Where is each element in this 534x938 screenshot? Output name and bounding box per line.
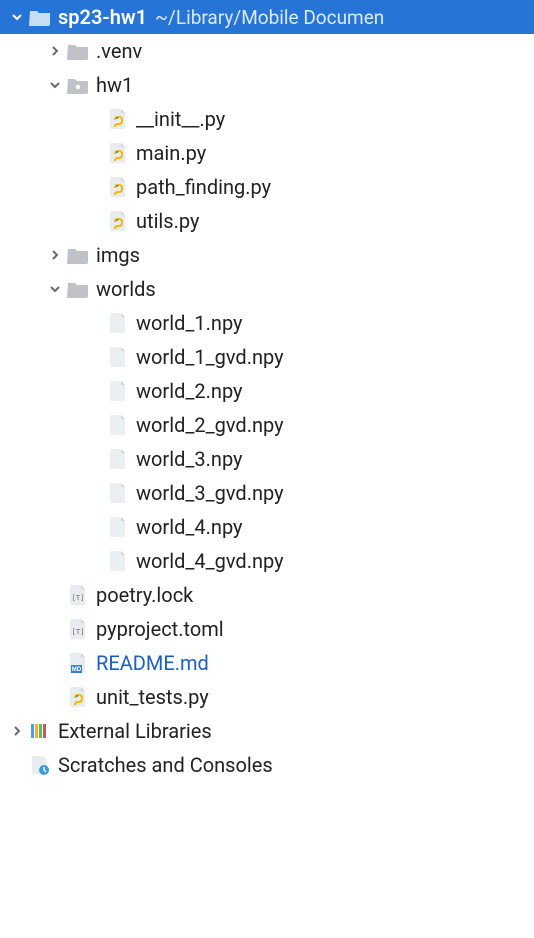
chevron-right-icon[interactable] bbox=[44, 45, 66, 57]
generic-file-icon bbox=[106, 311, 130, 335]
generic-file-icon bbox=[106, 481, 130, 505]
file-label: world_1_gvd.npy bbox=[136, 345, 284, 369]
folder-label: hw1 bbox=[96, 73, 133, 97]
root-label: External Libraries bbox=[58, 719, 212, 743]
tree-row-file[interactable]: world_3_gvd.npy bbox=[0, 476, 534, 510]
python-file-icon bbox=[106, 107, 130, 131]
generic-file-icon bbox=[106, 413, 130, 437]
generic-file-icon bbox=[106, 549, 130, 573]
tree-row-file[interactable]: world_4_gvd.npy bbox=[0, 544, 534, 578]
python-file-icon bbox=[66, 685, 90, 709]
tree-row-file[interactable]: world_4.npy bbox=[0, 510, 534, 544]
tree-row-worlds[interactable]: worlds bbox=[0, 272, 534, 306]
python-file-icon bbox=[106, 209, 130, 233]
markdown-file-icon: MD bbox=[66, 651, 90, 675]
tree-row-project-root[interactable]: sp23-hw1 ~/Library/Mobile Documen bbox=[0, 0, 534, 34]
file-label: __init__.py bbox=[136, 107, 225, 131]
tree-row-file[interactable]: world_3.npy bbox=[0, 442, 534, 476]
tree-row-file[interactable]: world_2.npy bbox=[0, 374, 534, 408]
file-label: poetry.lock bbox=[96, 583, 193, 607]
folder-icon bbox=[66, 277, 90, 301]
file-label: utils.py bbox=[136, 209, 199, 233]
chevron-down-icon[interactable] bbox=[44, 79, 66, 91]
generic-file-icon bbox=[106, 379, 130, 403]
tree-row-file[interactable]: world_1_gvd.npy bbox=[0, 340, 534, 374]
svg-text:[T]: [T] bbox=[72, 628, 85, 636]
file-label: path_finding.py bbox=[136, 175, 271, 199]
scratches-icon bbox=[28, 753, 52, 777]
file-label: world_4.npy bbox=[136, 515, 243, 539]
tree-row-file[interactable]: world_2_gvd.npy bbox=[0, 408, 534, 442]
file-label: world_2.npy bbox=[136, 379, 243, 403]
file-label: main.py bbox=[136, 141, 206, 165]
file-label: world_4_gvd.npy bbox=[136, 549, 284, 573]
tree-row-scratches[interactable]: Scratches and Consoles bbox=[0, 748, 534, 782]
file-label: world_1.npy bbox=[136, 311, 243, 335]
generic-file-icon bbox=[106, 345, 130, 369]
toml-file-icon: [T] bbox=[66, 583, 90, 607]
file-label: world_3_gvd.npy bbox=[136, 481, 284, 505]
toml-file-icon: [T] bbox=[66, 617, 90, 641]
root-label: Scratches and Consoles bbox=[58, 753, 273, 777]
tree-row-file[interactable]: __init__.py bbox=[0, 102, 534, 136]
tree-row-hw1[interactable]: hw1 bbox=[0, 68, 534, 102]
python-file-icon bbox=[106, 141, 130, 165]
chevron-right-icon[interactable] bbox=[6, 725, 28, 737]
chevron-down-icon[interactable] bbox=[6, 11, 28, 23]
folder-icon bbox=[66, 243, 90, 267]
tree-row-file[interactable]: world_1.npy bbox=[0, 306, 534, 340]
tree-row-file[interactable]: main.py bbox=[0, 136, 534, 170]
generic-file-icon bbox=[106, 515, 130, 539]
file-label: pyproject.toml bbox=[96, 617, 224, 641]
package-folder-icon bbox=[66, 73, 90, 97]
file-label: unit_tests.py bbox=[96, 685, 209, 709]
tree-row-readme[interactable]: MD README.md bbox=[0, 646, 534, 680]
folder-label: imgs bbox=[96, 243, 140, 267]
tree-row-file[interactable]: utils.py bbox=[0, 204, 534, 238]
file-label: world_2_gvd.npy bbox=[136, 413, 284, 437]
project-path-hint: ~/Library/Mobile Documen bbox=[155, 6, 384, 29]
chevron-right-icon[interactable] bbox=[44, 249, 66, 261]
generic-file-icon bbox=[106, 447, 130, 471]
folder-label: worlds bbox=[96, 277, 156, 301]
tree-row-file[interactable]: [T] pyproject.toml bbox=[0, 612, 534, 646]
tree-row-file[interactable]: path_finding.py bbox=[0, 170, 534, 204]
tree-row-imgs[interactable]: imgs bbox=[0, 238, 534, 272]
tree-row-external-libraries[interactable]: External Libraries bbox=[0, 714, 534, 748]
tree-row-file[interactable]: [T] poetry.lock bbox=[0, 578, 534, 612]
project-tree: sp23-hw1 ~/Library/Mobile Documen .venv … bbox=[0, 0, 534, 782]
project-name: sp23-hw1 bbox=[58, 5, 147, 29]
library-icon bbox=[28, 719, 52, 743]
tree-row-file[interactable]: unit_tests.py bbox=[0, 680, 534, 714]
tree-row-venv[interactable]: .venv bbox=[0, 34, 534, 68]
file-label: README.md bbox=[96, 651, 209, 675]
svg-text:MD: MD bbox=[72, 667, 82, 673]
chevron-down-icon[interactable] bbox=[44, 283, 66, 295]
folder-icon bbox=[66, 39, 90, 63]
python-file-icon bbox=[106, 175, 130, 199]
folder-icon bbox=[28, 5, 52, 29]
svg-text:[T]: [T] bbox=[72, 594, 85, 602]
folder-label: .venv bbox=[96, 39, 142, 63]
file-label: world_3.npy bbox=[136, 447, 243, 471]
